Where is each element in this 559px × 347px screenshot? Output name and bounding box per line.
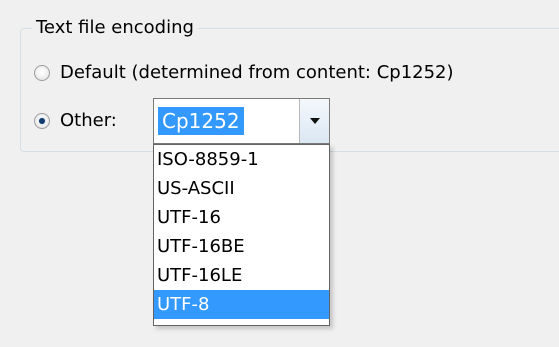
encoding-panel: Text file encoding Default (determined f… xyxy=(0,0,559,347)
list-item[interactable]: UTF-16LE xyxy=(154,261,329,290)
chevron-down-icon[interactable] xyxy=(299,99,329,143)
list-item[interactable]: US-ASCII xyxy=(154,174,329,203)
list-item[interactable]: ISO-8859-1 xyxy=(154,145,329,174)
list-item-selected[interactable]: UTF-8 xyxy=(154,290,329,319)
other-radio-label: Other: xyxy=(60,110,117,131)
encoding-combo-box[interactable]: Cp1252 xyxy=(153,98,330,144)
encoding-combo-value-text[interactable]: Cp1252 xyxy=(158,107,244,135)
encoding-combo-value[interactable]: Cp1252 xyxy=(158,103,300,139)
default-radio-button[interactable] xyxy=(34,65,50,81)
encoding-dropdown-list[interactable]: ISO-8859-1 US-ASCII UTF-16 UTF-16BE UTF-… xyxy=(153,144,330,326)
group-title: Text file encoding xyxy=(32,17,198,39)
other-encoding-option[interactable]: Other: xyxy=(34,110,117,132)
other-radio-button[interactable] xyxy=(34,113,50,129)
list-item[interactable]: UTF-16 xyxy=(154,203,329,232)
default-encoding-option[interactable]: Default (determined from content: Cp1252… xyxy=(34,62,454,84)
list-item[interactable]: UTF-16BE xyxy=(154,232,329,261)
default-radio-label: Default (determined from content: Cp1252… xyxy=(60,62,454,83)
